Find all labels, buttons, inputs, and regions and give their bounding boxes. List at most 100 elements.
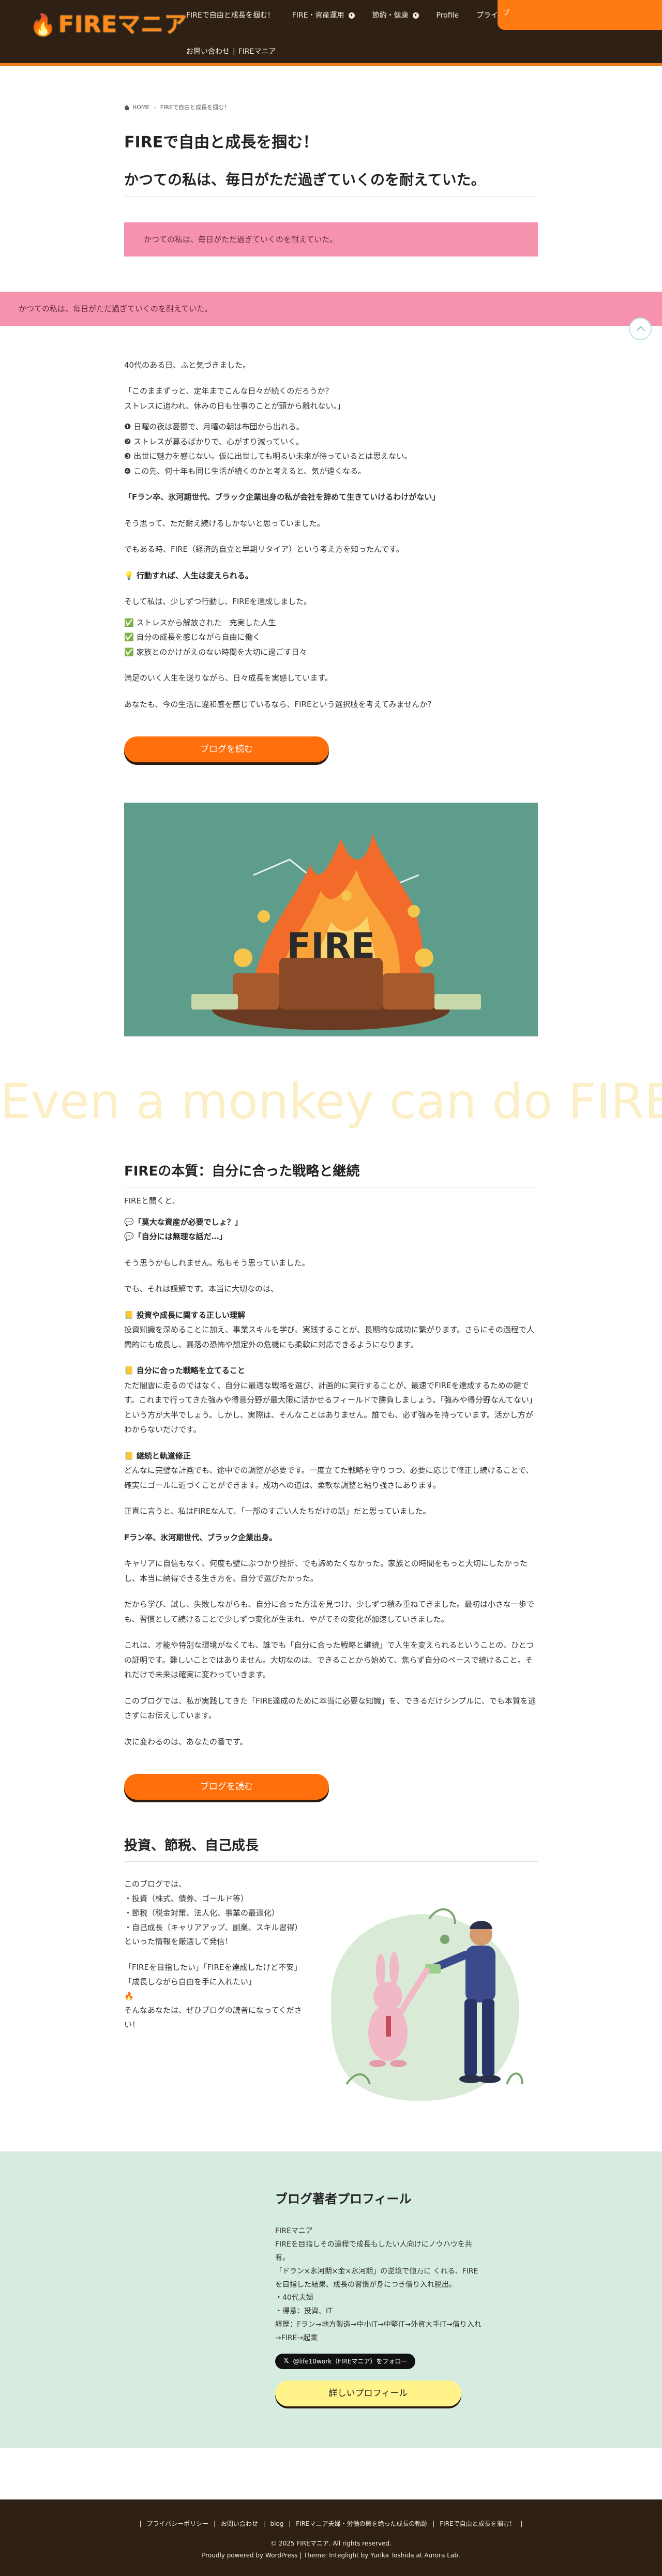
essence-p1: FIREと聞くと、 <box>124 1196 180 1206</box>
essence-section: FIREの本質：自分に合った戦略と継続 FIREと聞くと、 💬「莫大な資産が必要… <box>124 1162 538 2115</box>
essence-p2: そう思うかもしれません。私もそう思っていました。 <box>124 1258 310 1268</box>
breadcrumb-home[interactable]: HOME <box>132 102 149 113</box>
page-title: FIREで自由と成長を掴む！ <box>124 133 319 152</box>
chevron-down-icon: ▾ <box>348 12 355 19</box>
list-item: ✅ 家族とのかけがえのない時間を大切に過ごす日々 <box>124 647 307 657</box>
topics-line: このブログでは、 <box>124 1879 187 1889</box>
x-follow-button[interactable]: 𝕏 @life10work（FIREマニア）をフォロー <box>275 2354 416 2369</box>
essence-p9: このブログでは、私が実践してきた「FIRE達成のために本当に必要な知識」を、でき… <box>124 1696 536 1721</box>
author-profile-section: ブログ著者プロフィール FIREマニア FIREを目指しその過程で成長もしたい人… <box>0 2151 662 2448</box>
intro-p3: 「Fラン卒、氷河期世代、ブラック企業出身の私が会社を辞めて生きていけるわけがない… <box>124 492 440 502</box>
footer-link-privacy[interactable]: プライバシーポリシー <box>146 2520 208 2527</box>
essence-p6: キャリアに自信もなく、何度も壁にぶつかり挫折、でも諦めたくなかった。家族との時間… <box>124 1559 528 1583</box>
nav-item-home[interactable]: FIREで自由と成長を掴む！ <box>186 9 275 23</box>
list-item: ❸ 出世に魅力を感じない。仮に出世しても明るい未来が待っているとは思えない。 <box>124 451 412 461</box>
pink-quote-box: かつての私は、毎日がただ過ぎていくのを耐えていた。 <box>124 222 538 257</box>
nav-row-2: お問い合わせ | FIREマニア <box>186 40 548 63</box>
header-cta-button[interactable]: ブ <box>498 0 662 30</box>
breadcrumb: HOME › FIREで自由と成長を掴む！ <box>124 102 538 113</box>
footer-link-story[interactable]: FIREマニア夫婦・労働の概を絶った成長の軌跡 <box>296 2520 427 2527</box>
intro-p2b: ストレスに追われ、休みの日も仕事のことが頭から離れない。」 <box>124 401 345 411</box>
topics-heading: 投資、節税、自己成長 <box>124 1836 538 1862</box>
essence-point-3-text: どんなに完璧な計画でも、途中での調整が必要です。一度立てた戦略を守りつつ、必要に… <box>124 1466 534 1490</box>
intro-p5: でもある時、FIRE（経済的自立と早期リタイア）という考え方を知ったんです。 <box>124 545 404 554</box>
list-item: ❷ ストレスが募るばかりで、心がすり減っていく。 <box>124 436 304 446</box>
essence-point-1-text: 投資知識を深めることに加え、事業スキルを学び、実践することが、長期的な成功に繋が… <box>124 1325 534 1349</box>
nav-item-saving-health[interactable]: 節約・健康 ▾ <box>372 9 419 23</box>
site-footer: | プライバシーポリシー | お問い合わせ | blog | FIREマニア夫婦… <box>0 2499 662 2576</box>
nav-item-contact[interactable]: お問い合わせ <box>186 45 230 59</box>
fire-coins-illustration: FIRE <box>124 803 538 1037</box>
footer-separator: | <box>432 2520 435 2527</box>
nav-item-fire-mania[interactable]: FIREマニア <box>238 45 276 59</box>
essence-p8: これは、才能や特別な環境がなくても、誰でも「自分に合った戦略と継続」で人生を変え… <box>124 1640 534 1680</box>
hero-fire-label: FIRE <box>287 926 375 967</box>
topics-line: といった情報を厳選して発信！ <box>124 1937 233 1947</box>
nav-separator: | <box>233 47 235 56</box>
topics-line: ・投資（株式、債券、ゴールド等） <box>124 1894 249 1904</box>
footer-link-home[interactable]: FIREで自由と成長を掴む！ <box>440 2520 515 2527</box>
profile-line: ・40代夫婦 <box>275 2294 313 2302</box>
essence-point-3-title: 📒 継続と軌道修正 <box>124 1451 191 1460</box>
intro-p2a: 「このままずっと、定年までこんな日々が続くのだろうか？ <box>124 386 333 396</box>
profile-line: 「ドラン×氷河期×金×氷河期」の逆境で値万に くれる、FIREを目指した結果、成… <box>275 2267 478 2289</box>
pink-banner-text: かつての私は、毎日がただ過ぎていくのを耐えていた。 <box>19 304 213 313</box>
profile-text: FIREマニア FIREを目指しその過程で成長もしたい人向けにノウハウを共有。 … <box>275 2225 482 2345</box>
footer-link-blog[interactable]: blog <box>270 2520 284 2527</box>
list-item: ✅ ストレスから解放された 充実した人生 <box>124 617 276 627</box>
essence-point-2-text: ただ闇雲に走るのではなく、自分に最適な戦略を選び、計画的に実行することが、最速で… <box>124 1380 537 1435</box>
x-follow-label: @life10work（FIREマニア）をフォロー <box>293 2357 408 2365</box>
logo-text: FIREマニア <box>58 11 188 38</box>
intro-p9: あなたも、今の生活に違和感を感じているなら、FIREという選択肢を考えてみません… <box>124 699 435 709</box>
chevron-down-icon: ▾ <box>412 12 419 19</box>
essence-p10: 次に変わるのは、あなたの番です。 <box>124 1737 248 1746</box>
site-logo[interactable]: 🔥FIREマニア <box>30 13 187 36</box>
read-blog-button[interactable]: ブログを読む <box>124 736 329 763</box>
topics-line: ・自己成長（キャリアアップ、副業、スキル習得） <box>124 1922 303 1932</box>
essence-quote-2: 💬「自分には無理な話だ…」 <box>124 1232 227 1242</box>
topics-line: ・節税（税金対策、法人化、事業の最適化） <box>124 1908 280 1918</box>
essence-p7: だから学び、試し、失敗しながらも、自分に合った方法を見つけ、少しずつ積み重ねてき… <box>124 1600 535 1624</box>
list-item: ✅ 自分の成長を感じながら自由に働く <box>124 632 261 642</box>
person-rabbit-illustration <box>331 1908 523 2101</box>
pink-banner: かつての私は、毎日がただ過ぎていくのを耐えていた。 <box>0 291 662 340</box>
topics-section: このブログでは、 ・投資（株式、債券、ゴールド等） ・節税（税金対策、法人化、事… <box>124 1877 538 2115</box>
nav-label: 節約・健康 <box>372 11 409 20</box>
flame-icon: 🔥 <box>30 13 56 37</box>
topics-line: そんなあなたは、ぜひブログの読者になってください！ <box>124 2006 302 2030</box>
essence-p4: 正直に言うと、私はFIREなんて、「一部のすごい人たちだけの話」だと思っていまし… <box>124 1507 431 1516</box>
nav-label: FIREで自由と成長を掴む！ <box>186 11 275 20</box>
marquee-banner: Even a monkey can do FIRE Even a monkey … <box>0 1074 662 1131</box>
footer-separator: | <box>139 2520 142 2527</box>
breadcrumb-separator: › <box>154 104 156 111</box>
topics-text: このブログでは、 ・投資（株式、債券、ゴールド等） ・節税（税金対策、法人化、事… <box>124 1877 310 2115</box>
header-cta-label: ブ <box>503 9 510 17</box>
footer-separator: | <box>520 2520 523 2527</box>
home-icon <box>124 105 130 111</box>
footer-separator: | <box>213 2520 216 2527</box>
fire-emoji-icon: 🔥 <box>124 1991 134 2001</box>
profile-heading: ブログ著者プロフィール <box>275 2192 412 2207</box>
site-header: 🔥FIREマニア FIREで自由と成長を掴む！ FIRE・資産運用 ▾ 節約・健康… <box>0 0 662 66</box>
x-icon: 𝕏 <box>283 2357 289 2365</box>
footer-link-contact[interactable]: お問い合わせ <box>221 2520 258 2527</box>
nav-label: FIRE・資産運用 <box>292 11 344 20</box>
nav-item-profile[interactable]: Profile <box>437 9 459 23</box>
list-item: ❹ この先、何十年も同じ生活が続くのかと考えると、気が遠くなる。 <box>124 466 366 476</box>
essence-point-2-title: 📒 自分に合った戦略を立てること <box>124 1366 245 1376</box>
footer-copyright: © 2025 FIREマニア. All rights reserved. Pro… <box>0 2538 662 2562</box>
intro-section: 40代のある日、ふと気づきました。 「このままずっと、定年までこんな日々が続くの… <box>124 358 538 1037</box>
nav-label: Profile <box>436 11 459 20</box>
detailed-profile-button[interactable]: 詳しいプロフィール <box>275 2381 461 2406</box>
essence-p3: でも、それは誤解です。本当に大切なのは、 <box>124 1284 279 1294</box>
intro-p1: 40代のある日、ふと気づきました。 <box>124 360 251 370</box>
profile-line: 経歴：Fラン→地方製造→中小IT→中堅IT→外資大手IT→借り入れ→FIRE→起… <box>275 2321 482 2343</box>
essence-heading: FIREの本質：自分に合った戦略と継続 <box>124 1162 538 1188</box>
scroll-to-top-button[interactable] <box>629 317 652 340</box>
profile-line: FIREを目指しその過程で成長もしたい人向けにノウハウを共有。 <box>275 2240 472 2262</box>
intro-p6: 💡 行動すれば、人生は変えられる。 <box>124 570 253 580</box>
read-blog-button-2[interactable]: ブログを読む <box>124 1774 329 1800</box>
nav-item-fire-investment[interactable]: FIRE・資産運用 ▾ <box>292 9 355 23</box>
profile-line: ・得意：投資、IT <box>275 2307 333 2316</box>
nav-label: お問い合わせ <box>186 47 230 56</box>
